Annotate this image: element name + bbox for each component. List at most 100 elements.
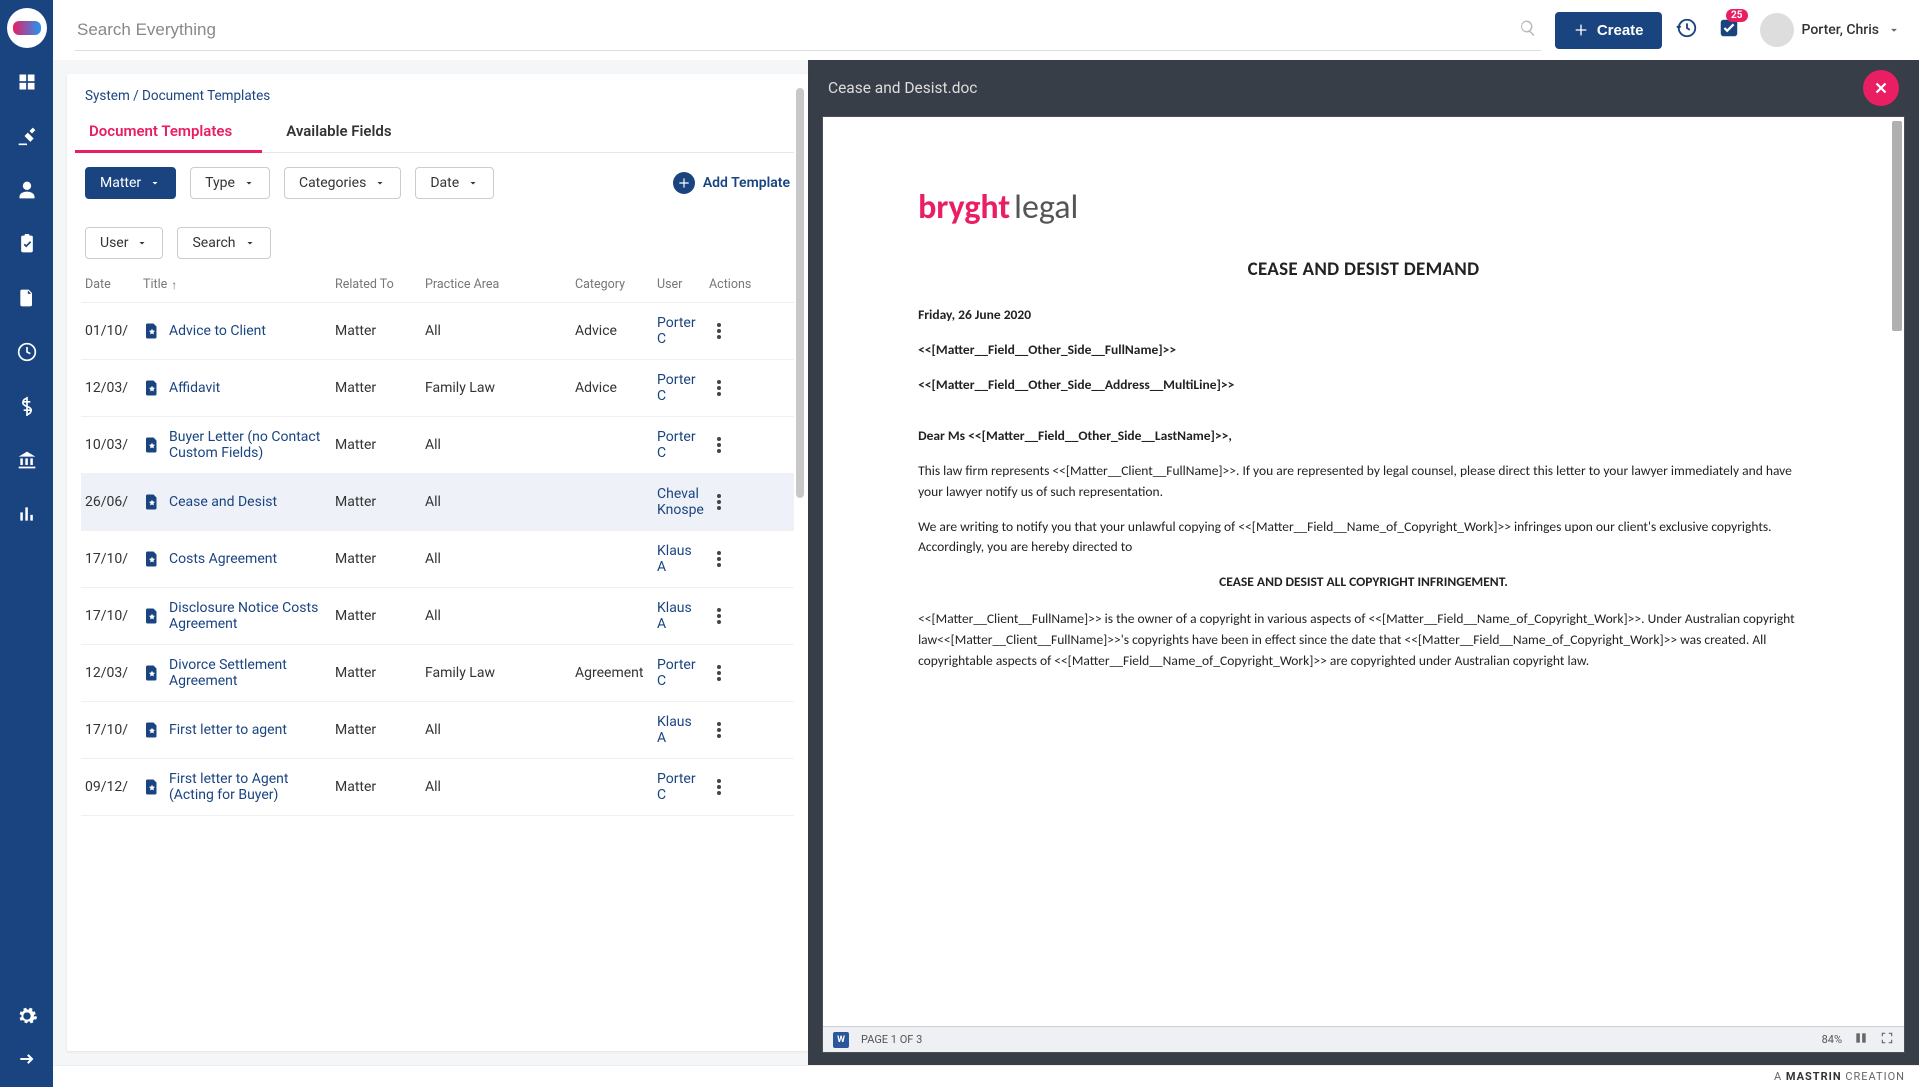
user-link[interactable]: PorterC <box>657 657 709 689</box>
cell-related: Matter <box>335 494 425 510</box>
sidebar <box>0 0 53 1087</box>
cell-title: Advice to Client <box>143 322 335 340</box>
person-icon[interactable] <box>11 174 43 206</box>
col-title[interactable]: Title↑ <box>143 277 335 292</box>
table-row[interactable]: 17/10/Costs AgreementMatterAllKlausA <box>81 531 794 588</box>
document-icon[interactable] <box>11 282 43 314</box>
table-row[interactable]: 17/10/Disclosure Notice Costs AgreementM… <box>81 588 794 645</box>
document-date: Friday, 26 June 2020 <box>918 305 1809 326</box>
clipboard-icon[interactable] <box>11 228 43 260</box>
template-link[interactable]: First letter to agent <box>169 722 287 738</box>
cell-practice: All <box>425 551 575 567</box>
col-related[interactable]: Related To <box>335 277 425 292</box>
filter-matter[interactable]: Matter <box>85 167 176 199</box>
col-category[interactable]: Category <box>575 277 657 292</box>
cell-related: Matter <box>335 323 425 339</box>
user-link[interactable]: PorterC <box>657 771 709 803</box>
history-icon[interactable] <box>1676 17 1698 43</box>
filter-categories[interactable]: Categories <box>284 167 401 199</box>
cell-user: PorterC <box>657 657 709 689</box>
tab-document-templates[interactable]: Document Templates <box>85 112 252 152</box>
bank-icon[interactable] <box>11 444 43 476</box>
row-actions-icon[interactable] <box>709 777 729 797</box>
template-link[interactable]: Cease and Desist <box>169 494 277 510</box>
cell-related: Matter <box>335 380 425 396</box>
doc-star-icon <box>143 493 161 511</box>
row-actions-icon[interactable] <box>709 720 729 740</box>
cell-title: Buyer Letter (no Contact Custom Fields) <box>143 429 335 461</box>
user-menu[interactable]: Porter, Chris <box>1760 13 1901 47</box>
create-label: Create <box>1597 22 1644 39</box>
template-link[interactable]: First letter to Agent (Acting for Buyer) <box>169 771 335 803</box>
add-template-button[interactable]: Add Template <box>673 172 790 194</box>
search-input[interactable] <box>75 10 1541 50</box>
template-link[interactable]: Disclosure Notice Costs Agreement <box>169 600 335 632</box>
document-logo: bryghtlegal <box>918 187 1809 228</box>
tab-available-fields[interactable]: Available Fields <box>282 112 411 152</box>
breadcrumb[interactable]: System / Document Templates <box>81 88 794 112</box>
table-row[interactable]: 26/06/Cease and DesistMatterAllChevalKno… <box>81 474 794 531</box>
chart-icon[interactable] <box>11 498 43 530</box>
table-row[interactable]: 12/03/Divorce Settlement AgreementMatter… <box>81 645 794 702</box>
row-actions-icon[interactable] <box>709 435 729 455</box>
user-link[interactable]: ChevalKnospe <box>657 486 709 518</box>
row-actions-icon[interactable] <box>709 606 729 626</box>
arrow-right-icon[interactable] <box>17 1049 37 1073</box>
notifications-icon[interactable]: 25 <box>1718 17 1740 43</box>
template-link[interactable]: Divorce Settlement Agreement <box>169 657 335 689</box>
template-link[interactable]: Buyer Letter (no Contact Custom Fields) <box>169 429 335 461</box>
cell-title: Costs Agreement <box>143 550 335 568</box>
fullscreen-icon[interactable] <box>1880 1031 1894 1048</box>
cell-related: Matter <box>335 665 425 681</box>
user-link[interactable]: KlausA <box>657 600 709 632</box>
cell-user: KlausA <box>657 600 709 632</box>
user-link[interactable]: PorterC <box>657 372 709 404</box>
zoom-level: 84% <box>1822 1033 1842 1046</box>
table-row[interactable]: 12/03/AffidavitMatterFamily LawAdvicePor… <box>81 360 794 417</box>
scrollbar[interactable] <box>1892 121 1902 1022</box>
scrollbar[interactable] <box>796 88 804 1037</box>
table-row[interactable]: 09/12/First letter to Agent (Acting for … <box>81 759 794 816</box>
user-link[interactable]: KlausA <box>657 543 709 575</box>
search-icon[interactable] <box>1519 19 1537 41</box>
template-link[interactable]: Costs Agreement <box>169 551 277 567</box>
sort-asc-icon: ↑ <box>171 278 177 292</box>
table-row[interactable]: 01/10/Advice to ClientMatterAllAdvicePor… <box>81 303 794 360</box>
filter-type[interactable]: Type <box>190 167 270 199</box>
user-link[interactable]: PorterC <box>657 315 709 347</box>
cell-user: PorterC <box>657 771 709 803</box>
user-link[interactable]: KlausA <box>657 714 709 746</box>
gear-icon[interactable] <box>16 1005 38 1031</box>
create-button[interactable]: Create <box>1555 12 1662 49</box>
col-practice[interactable]: Practice Area <box>425 277 575 292</box>
row-actions-icon[interactable] <box>709 663 729 683</box>
template-link[interactable]: Advice to Client <box>169 323 266 339</box>
col-date[interactable]: Date <box>85 277 143 292</box>
table-row[interactable]: 10/03/Buyer Letter (no Contact Custom Fi… <box>81 417 794 474</box>
row-actions-icon[interactable] <box>709 321 729 341</box>
dashboard-icon[interactable] <box>11 66 43 98</box>
user-link[interactable]: PorterC <box>657 429 709 461</box>
cell-practice: All <box>425 722 575 738</box>
view-mode-icon[interactable] <box>1854 1031 1868 1048</box>
row-actions-icon[interactable] <box>709 492 729 512</box>
cell-title: Affidavit <box>143 379 335 397</box>
clock-icon[interactable] <box>11 336 43 368</box>
col-user[interactable]: User <box>657 277 709 292</box>
table-row[interactable]: 17/10/First letter to agentMatterAllKlau… <box>81 702 794 759</box>
cell-practice: Family Law <box>425 665 575 681</box>
filter-user[interactable]: User <box>85 227 163 259</box>
document-viewer[interactable]: bryghtlegal CEASE AND DESIST DEMAND Frid… <box>823 117 1904 1026</box>
preview-filename: Cease and Desist.doc <box>828 79 977 97</box>
row-actions-icon[interactable] <box>709 549 729 569</box>
template-link[interactable]: Affidavit <box>169 380 220 396</box>
cell-category: Agreement <box>575 665 657 681</box>
cell-practice: All <box>425 437 575 453</box>
close-icon[interactable] <box>1863 70 1899 106</box>
dollar-icon[interactable] <box>11 390 43 422</box>
row-actions-icon[interactable] <box>709 378 729 398</box>
gavel-icon[interactable] <box>11 120 43 152</box>
filter-search[interactable]: Search <box>177 227 270 259</box>
app-logo[interactable] <box>7 8 47 48</box>
filter-date[interactable]: Date <box>415 167 494 199</box>
